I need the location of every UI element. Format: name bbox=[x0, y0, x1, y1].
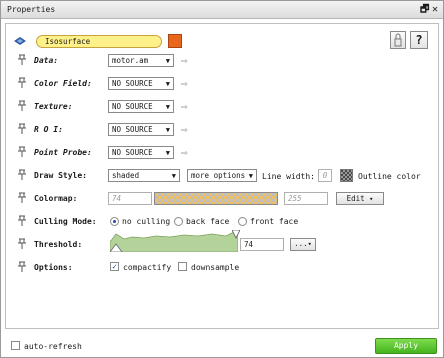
roi-select[interactable]: NO SOURCE ▼ bbox=[108, 123, 174, 136]
no-culling-label: no culling bbox=[122, 217, 171, 226]
pin-icon[interactable] bbox=[18, 192, 26, 203]
colormap-edit-button[interactable]: Edit ▾ bbox=[336, 192, 384, 205]
threshold-more-label: ... bbox=[294, 239, 308, 248]
pin-icon[interactable] bbox=[18, 123, 26, 134]
texture-select[interactable]: NO SOURCE ▼ bbox=[108, 100, 174, 113]
properties-window: Properties 🗗 ✕ Isosurface ? Data: motor.… bbox=[0, 0, 444, 358]
downsample-label: downsample bbox=[191, 263, 240, 272]
module-connector-icon bbox=[14, 37, 26, 45]
chevron-down-icon: ▼ bbox=[165, 126, 170, 134]
colormap-min-input[interactable]: 74 bbox=[108, 192, 152, 205]
pin-icon[interactable] bbox=[18, 146, 26, 157]
texture-label: Texture: bbox=[34, 102, 73, 111]
chevron-down-icon: ▼ bbox=[171, 172, 176, 180]
front-face-radio[interactable] bbox=[238, 217, 247, 226]
footer-bar: auto-refresh Apply bbox=[1, 333, 443, 357]
colormap-preview[interactable] bbox=[154, 192, 278, 205]
data-select-value: motor.am bbox=[112, 56, 149, 65]
threshold-histogram[interactable] bbox=[110, 230, 238, 252]
pin-toggle-button[interactable] bbox=[390, 31, 406, 49]
outline-color-swatch[interactable] bbox=[340, 169, 353, 182]
compactify-checkbox[interactable]: ✓ bbox=[110, 262, 119, 271]
texture-select-value: NO SOURCE bbox=[112, 102, 153, 111]
edit-button-label: Edit bbox=[346, 194, 365, 203]
help-button[interactable]: ? bbox=[410, 31, 428, 49]
properties-panel: Isosurface ? Data: motor.am ▼ ⇨ Color Fie… bbox=[5, 23, 439, 329]
chevron-down-icon: ▼ bbox=[165, 57, 170, 65]
apply-button[interactable]: Apply bbox=[375, 338, 437, 354]
chevron-down-icon: ▼ bbox=[165, 103, 170, 111]
line-width-input[interactable]: 0 bbox=[318, 169, 332, 182]
roi-select-value: NO SOURCE bbox=[112, 125, 153, 134]
threshold-label: Threshold: bbox=[34, 240, 83, 249]
line-width-label: Line width: bbox=[262, 172, 315, 181]
pin-icon[interactable] bbox=[18, 100, 26, 111]
threshold-input[interactable]: 74 bbox=[240, 238, 284, 251]
chevron-down-icon: ▾ bbox=[307, 240, 312, 248]
color-field-select-value: NO SOURCE bbox=[112, 79, 153, 88]
more-options-value: more options bbox=[191, 171, 246, 180]
downsample-checkbox[interactable] bbox=[178, 262, 187, 271]
chevron-down-icon: ▼ bbox=[165, 80, 170, 88]
threshold-marker-icon[interactable] bbox=[232, 230, 240, 240]
arrow-right-icon[interactable]: ⇨ bbox=[181, 147, 188, 158]
no-culling-radio[interactable] bbox=[110, 217, 119, 226]
point-probe-select[interactable]: NO SOURCE ▼ bbox=[108, 146, 174, 159]
draw-style-select[interactable]: shaded ▼ bbox=[108, 169, 180, 182]
close-icon[interactable]: ✕ bbox=[432, 4, 438, 16]
color-field-label: Color Field: bbox=[34, 79, 92, 88]
outline-color-label: Outline color bbox=[358, 172, 421, 181]
checkmark-icon: ✓ bbox=[112, 262, 117, 271]
arrow-right-icon[interactable]: ⇨ bbox=[181, 78, 188, 89]
chevron-down-icon: ▼ bbox=[165, 149, 170, 157]
chevron-down-icon: ▾ bbox=[369, 195, 374, 203]
point-probe-label: Point Probe: bbox=[34, 148, 92, 157]
back-face-label: back face bbox=[186, 217, 230, 226]
title-bar: Properties 🗗 ✕ bbox=[1, 1, 443, 19]
lock-icon bbox=[394, 33, 402, 47]
data-label: Data: bbox=[34, 56, 59, 65]
arrow-right-icon[interactable]: ⇨ bbox=[181, 124, 188, 135]
roi-label: R O I: bbox=[34, 125, 63, 134]
auto-refresh-checkbox[interactable] bbox=[11, 341, 20, 350]
draw-style-select-value: shaded bbox=[112, 171, 140, 180]
colormap-label: Colormap: bbox=[34, 194, 78, 203]
arrow-right-icon[interactable]: ⇨ bbox=[181, 101, 188, 112]
culling-mode-label: Culling Mode: bbox=[34, 217, 97, 226]
color-field-select[interactable]: NO SOURCE ▼ bbox=[108, 77, 174, 90]
chevron-down-icon: ▼ bbox=[248, 172, 253, 180]
colormap-max-input[interactable]: 255 bbox=[284, 192, 328, 205]
draw-style-label: Draw Style: bbox=[34, 171, 87, 180]
window-title: Properties bbox=[7, 5, 56, 14]
pin-icon[interactable] bbox=[18, 169, 26, 180]
module-name: Isosurface bbox=[45, 37, 91, 46]
point-probe-select-value: NO SOURCE bbox=[112, 148, 153, 157]
pin-icon[interactable] bbox=[18, 261, 26, 272]
pin-icon[interactable] bbox=[18, 54, 26, 65]
module-color-swatch[interactable] bbox=[168, 34, 182, 48]
data-select[interactable]: motor.am ▼ bbox=[108, 54, 174, 67]
front-face-label: front face bbox=[250, 217, 299, 226]
pin-icon[interactable] bbox=[18, 77, 26, 88]
back-face-radio[interactable] bbox=[174, 217, 183, 226]
auto-refresh-label: auto-refresh bbox=[24, 342, 82, 351]
pin-icon[interactable] bbox=[18, 238, 26, 249]
threshold-more-button[interactable]: ...▾ bbox=[290, 238, 316, 251]
more-options-select[interactable]: more options ▼ bbox=[187, 169, 257, 182]
options-label: Options: bbox=[34, 263, 73, 272]
float-icon[interactable]: 🗗 bbox=[420, 4, 429, 16]
arrow-right-icon[interactable]: ⇨ bbox=[181, 55, 188, 66]
compactify-label: compactify bbox=[123, 263, 172, 272]
pin-icon[interactable] bbox=[18, 215, 26, 226]
module-name-pill[interactable]: Isosurface bbox=[36, 35, 162, 48]
